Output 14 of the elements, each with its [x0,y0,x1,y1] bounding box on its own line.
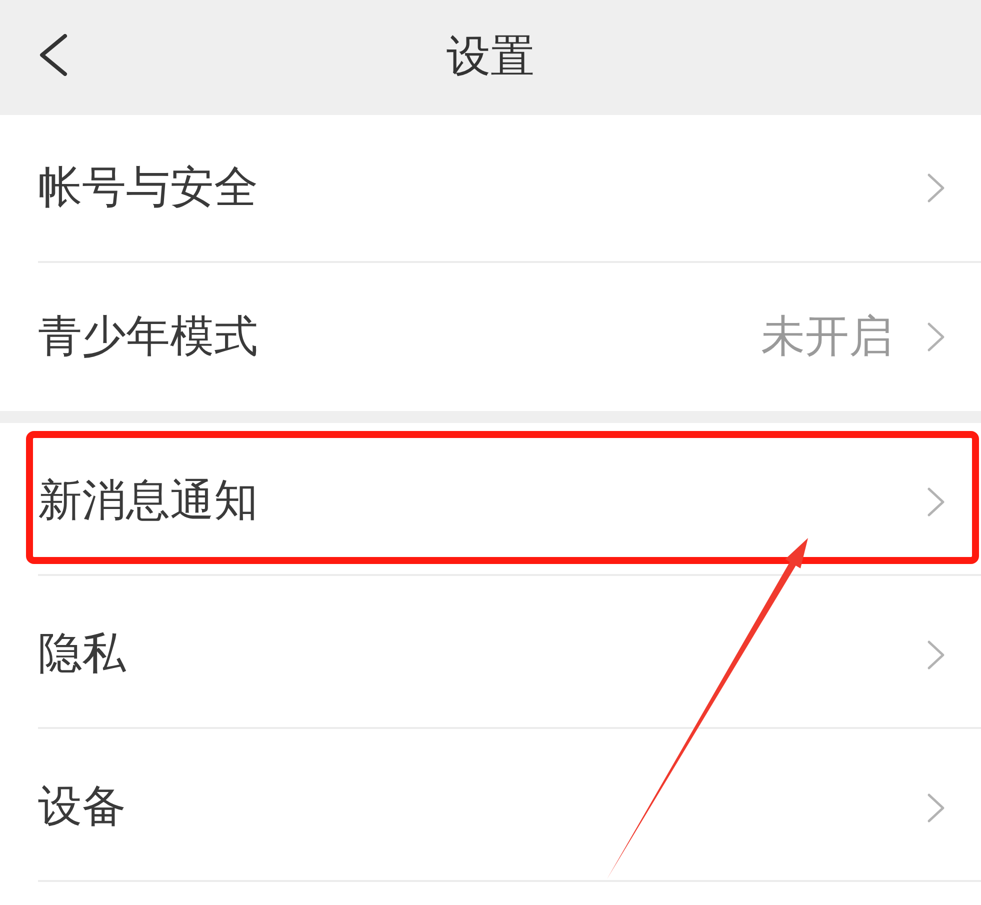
chevron-right-icon [927,173,945,203]
chevron-right-icon [927,792,945,822]
page-title: 设置 [446,31,534,84]
settings-item[interactable]: 新消息通知 [38,475,258,528]
back-button[interactable] [38,34,68,76]
settings-item[interactable]: 设备 [38,781,126,834]
settings-item[interactable]: 隐私 [38,628,126,681]
chevron-right-icon [927,640,945,670]
settings-item[interactable]: 帐号与安全 [38,162,258,214]
settings-item[interactable]: 青少年模式 [38,310,258,364]
chevron-right-icon [927,486,945,516]
back-icon [38,34,68,76]
status-value: 未开启 [761,310,893,364]
chevron-right-icon [927,322,945,352]
